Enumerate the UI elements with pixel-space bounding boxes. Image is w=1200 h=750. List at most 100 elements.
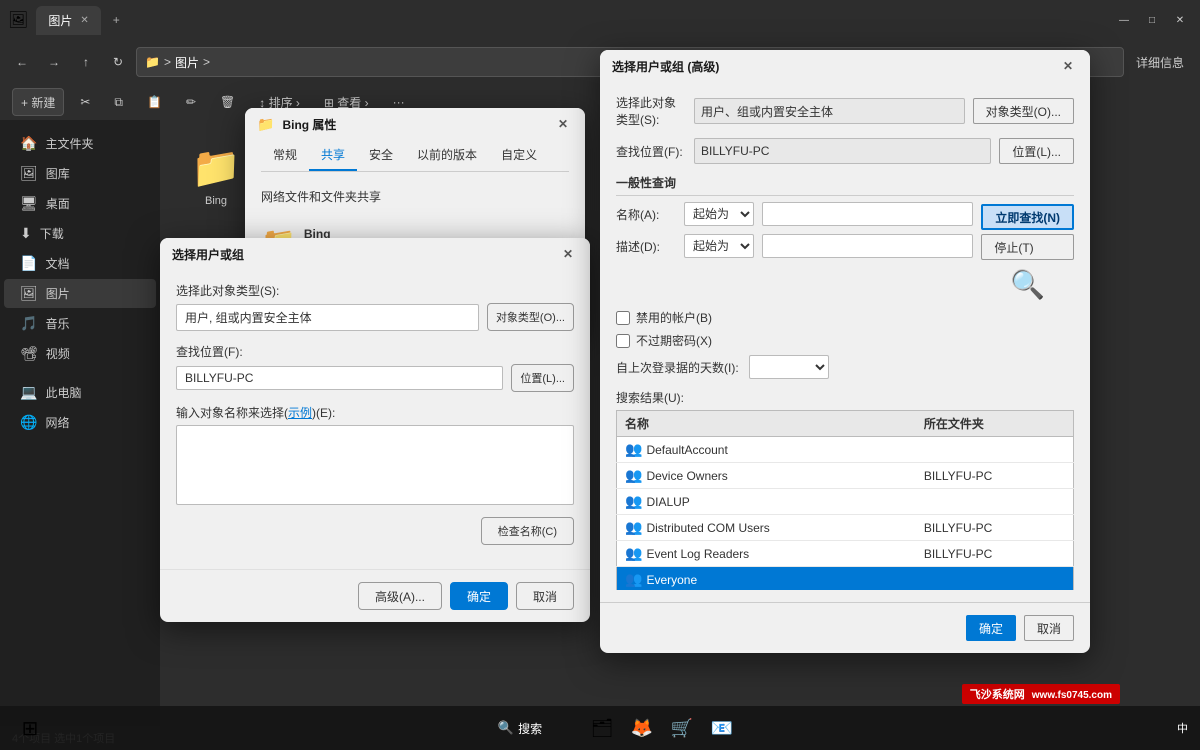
sidebar-item-network[interactable]: 🌐 网络 <box>4 408 156 437</box>
row-group-icon: 👥 <box>625 467 642 483</box>
table-row[interactable]: 👥DIALUP <box>617 489 1074 515</box>
stop-btn[interactable]: 停止(T) <box>981 234 1074 260</box>
sidebar-item-home[interactable]: 🏠 主文件夹 <box>4 129 156 158</box>
tab-custom[interactable]: 自定义 <box>489 140 549 171</box>
table-row[interactable]: 👥DefaultAccount <box>617 437 1074 463</box>
toolbar-right: 详细信息 <box>1128 48 1192 76</box>
adv-location-btn[interactable]: 位置(L)... <box>999 138 1074 164</box>
search-taskbar-icon: 🔍 <box>498 720 514 736</box>
enter-name-inline <box>176 425 574 505</box>
sidebar-home-label: 主文件夹 <box>45 135 93 152</box>
close-btn[interactable]: ✕ <box>1168 8 1192 32</box>
tab-pictures[interactable]: 图片 ✕ <box>36 6 100 35</box>
tab-close-btn[interactable]: ✕ <box>80 15 88 26</box>
name-input[interactable] <box>176 425 574 505</box>
advanced-dialog-title: 选择用户或组 (高级) <box>612 58 719 75</box>
tab-prev-versions[interactable]: 以前的版本 <box>405 140 489 171</box>
bing-dialog-close-btn[interactable]: ✕ <box>553 114 573 134</box>
no-expire-pwd-checkbox[interactable] <box>616 334 630 348</box>
sidebar-downloads-label: 下载 <box>40 225 64 242</box>
back-btn[interactable]: ← <box>8 48 36 76</box>
table-row[interactable]: 👥Distributed COM Users BILLYFU-PC <box>617 515 1074 541</box>
copy-btn[interactable]: ⧉ <box>106 88 131 116</box>
advanced-select-dialog: 选择用户或组 (高级) ✕ 选择此对象类型(S): 对象类型(O)... 查找位… <box>600 50 1090 653</box>
sidebar-desktop-label: 桌面 <box>46 195 70 212</box>
tab-share[interactable]: 共享 <box>309 140 357 171</box>
sidebar-item-thispc[interactable]: 💻 此电脑 <box>4 378 156 407</box>
delete-btn[interactable]: 🗑 <box>212 88 243 116</box>
sidebar-item-music[interactable]: 🎵 音乐 <box>4 309 156 338</box>
small-ok-btn[interactable]: 确定 <box>450 582 508 610</box>
adv-obj-type-input[interactable] <box>694 98 965 124</box>
select-user-close-btn[interactable]: ✕ <box>558 244 578 264</box>
taskbar-right: 中 <box>1177 720 1188 736</box>
rename-btn[interactable]: ✏ <box>178 88 204 116</box>
adv-obj-type-label: 选择此对象类型(S): <box>616 94 686 128</box>
location-value: BILLYFU-PC <box>176 366 503 390</box>
start-btn[interactable]: ⊞ <box>12 710 48 746</box>
select-user-titlebar: 选择用户或组 ✕ <box>160 238 590 270</box>
details-btn[interactable]: 详细信息 <box>1128 48 1192 76</box>
details-label: 详细信息 <box>1136 54 1184 71</box>
table-row[interactable]: 👥Everyone <box>617 567 1074 591</box>
small-cancel-btn[interactable]: 取消 <box>516 582 574 610</box>
tab-security[interactable]: 安全 <box>357 140 405 171</box>
forward-btn[interactable]: → <box>40 48 68 76</box>
adv-ok-btn[interactable]: 确定 <box>966 615 1016 641</box>
table-row[interactable]: 👥Device Owners BILLYFU-PC <box>617 463 1074 489</box>
enter-name-label: 输入对象名称来选择(示例)(E): <box>176 404 574 421</box>
sidebar-videos-label: 视频 <box>46 345 70 362</box>
check-names-btn[interactable]: 检查名称(C) <box>481 517 574 545</box>
advanced-dialog-close-btn[interactable]: ✕ <box>1058 56 1078 76</box>
music-icon: 🎵 <box>20 315 37 332</box>
advanced-btn[interactable]: 高级(A)... <box>358 582 442 610</box>
adv-obj-type-btn[interactable]: 对象类型(O)... <box>973 98 1074 124</box>
sidebar-item-gallery[interactable]: 🖼 图库 <box>4 159 156 188</box>
sidebar-item-downloads[interactable]: ⬇ 下载 <box>4 219 156 248</box>
adv-location-input[interactable] <box>694 138 991 164</box>
search-taskbar-btn[interactable]: 🔍 搜索 <box>460 710 580 746</box>
row-group-icon: 👥 <box>625 571 642 587</box>
home-icon: 🏠 <box>20 135 37 152</box>
taskbar-store-btn[interactable]: 🛒 <box>664 710 700 746</box>
find-now-btn[interactable]: 立即查找(N) <box>981 204 1074 230</box>
maximize-btn[interactable]: □ <box>1140 8 1164 32</box>
row-group-icon: 👥 <box>625 493 642 509</box>
disabled-accounts-checkbox[interactable] <box>616 311 630 325</box>
minimize-btn[interactable]: — <box>1112 8 1136 32</box>
up-btn[interactable]: ↑ <box>72 48 100 76</box>
table-row[interactable]: 👥Event Log Readers BILLYFU-PC <box>617 541 1074 567</box>
obj-type-btn[interactable]: 对象类型(O)... <box>487 303 574 331</box>
taskbar-browser-btn[interactable]: 🦊 <box>624 710 660 746</box>
folder-icon: 📁 <box>191 144 241 191</box>
location-btn[interactable]: 位置(L)... <box>511 364 574 392</box>
new-btn[interactable]: + 新建 <box>12 88 64 116</box>
watermark-url: www.fs0745.com <box>1032 690 1112 701</box>
taskbar-files-btn[interactable]: 🗂 <box>584 710 620 746</box>
name-query-input[interactable] <box>762 202 973 226</box>
sidebar-item-documents[interactable]: 📄 文档 <box>4 249 156 278</box>
desc-query-input[interactable] <box>762 234 973 258</box>
taskbar-files-icon: 🗂 <box>591 718 614 739</box>
refresh-btn[interactable]: ↻ <box>104 48 132 76</box>
sidebar-item-pictures[interactable]: 🖼 图片 <box>4 279 156 308</box>
cut-btn[interactable]: ✂ <box>72 88 98 116</box>
name-query-label: 名称(A): <box>616 206 676 223</box>
sidebar-item-videos[interactable]: 📽 视频 <box>4 339 156 368</box>
adv-cancel-btn[interactable]: 取消 <box>1024 615 1074 641</box>
tab-add-btn[interactable]: + <box>105 7 128 33</box>
select-user-dialog: 选择用户或组 ✕ 选择此对象类型(S): 用户, 组或内置安全主体 对象类型(O… <box>160 238 590 622</box>
example-link[interactable]: 示例 <box>288 406 312 420</box>
tab-general[interactable]: 常规 <box>261 140 309 171</box>
sidebar-item-desktop[interactable]: 🖥 桌面 <box>4 189 156 218</box>
paste-btn[interactable]: 📋 <box>139 88 170 116</box>
days-select[interactable] <box>749 355 829 379</box>
name-query-select[interactable]: 起始为 <box>684 202 754 226</box>
obj-type-label: 选择此对象类型(S): <box>176 282 574 299</box>
obj-type-inline: 用户, 组或内置安全主体 对象类型(O)... <box>176 303 574 331</box>
taskbar-mail-btn[interactable]: 📧 <box>704 710 740 746</box>
adv-obj-type-row: 选择此对象类型(S): 对象类型(O)... <box>616 94 1074 128</box>
desc-query-select[interactable]: 起始为 <box>684 234 754 258</box>
results-title: 搜索结果(U): <box>616 389 1074 406</box>
file-item-bing[interactable]: 📁 Bing <box>176 136 256 215</box>
